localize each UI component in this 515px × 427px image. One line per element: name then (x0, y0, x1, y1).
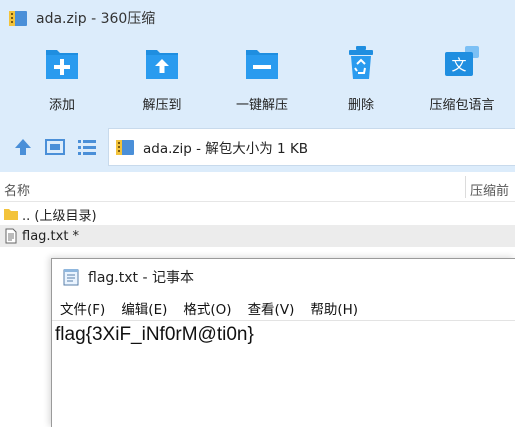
extract-to-button[interactable]: 解压到 (116, 44, 208, 116)
window-title: ada.zip - 360压缩 (36, 11, 156, 27)
list-item-parent-directory[interactable]: .. (上级目录) (0, 203, 515, 225)
list-view-icon[interactable] (76, 136, 98, 158)
archive-language-button[interactable]: 文 压缩包语言 (416, 44, 508, 116)
notepad-titlebar[interactable]: flag.txt - 记事本 (52, 259, 515, 295)
column-name[interactable]: 名称 (4, 180, 30, 199)
menu-file[interactable]: 文件(F) (58, 296, 107, 320)
delete-label: 删除 (347, 98, 374, 113)
add-button[interactable]: 添加 (16, 44, 108, 116)
archive-language-icon: 文 (445, 46, 479, 76)
one-click-extract-button[interactable]: 一键解压 (216, 44, 308, 116)
address-field[interactable]: ada.zip - 解包大小为 1 KB (108, 128, 515, 166)
column-divider[interactable] (465, 176, 466, 198)
archive-titlebar: ada.zip - 360压缩 (0, 0, 515, 36)
list-item-flag-txt[interactable]: flag.txt * (0, 225, 515, 247)
archive-toolbar: 添加 解压到 一键解压 删除 文 压缩包语言 (0, 36, 515, 122)
menu-view[interactable]: 查看(V) (246, 296, 297, 320)
extract-to-label: 解压到 (142, 98, 182, 113)
folder-icon (4, 209, 18, 220)
add-label: 添加 (48, 98, 75, 113)
text-file-icon (5, 228, 17, 244)
list-item-label: flag.txt * (22, 228, 80, 244)
menu-help[interactable]: 帮助(H) (308, 296, 360, 320)
file-list-header: 名称 压缩前 (0, 172, 515, 202)
one-click-extract-label: 一键解压 (235, 98, 288, 113)
recycle-bin-icon (349, 46, 373, 79)
notepad-text-area[interactable]: flag{3XiF_iNf0rM@ti0n} (55, 323, 510, 423)
list-item-label: .. (上级目录) (22, 208, 97, 224)
notepad-title: flag.txt - 记事本 (88, 270, 194, 286)
svg-text:文: 文 (451, 56, 466, 74)
notepad-icon (63, 269, 79, 286)
menu-edit[interactable]: 编辑(E) (119, 296, 169, 320)
archive-language-label: 压缩包语言 (429, 98, 495, 113)
add-icon (46, 50, 78, 79)
zip-archive-icon (9, 11, 27, 26)
delete-button[interactable]: 删除 (315, 44, 407, 116)
thumbnail-view-icon[interactable] (44, 136, 66, 158)
menu-format[interactable]: 格式(O) (181, 296, 233, 320)
one-click-extract-icon (246, 50, 278, 79)
address-bar: ada.zip - 解包大小为 1 KB (0, 122, 515, 172)
zip-archive-icon (116, 140, 134, 155)
up-arrow-icon[interactable] (12, 136, 34, 158)
column-compressed-size[interactable]: 压缩前 (470, 180, 509, 199)
address-text: ada.zip - 解包大小为 1 KB (143, 141, 309, 157)
notepad-window: flag.txt - 记事本 文件(F) 编辑(E) 格式(O) 查看(V) 帮… (51, 258, 515, 427)
extract-to-icon (146, 50, 178, 79)
notepad-menubar: 文件(F) 编辑(E) 格式(O) 查看(V) 帮助(H) (52, 295, 515, 321)
